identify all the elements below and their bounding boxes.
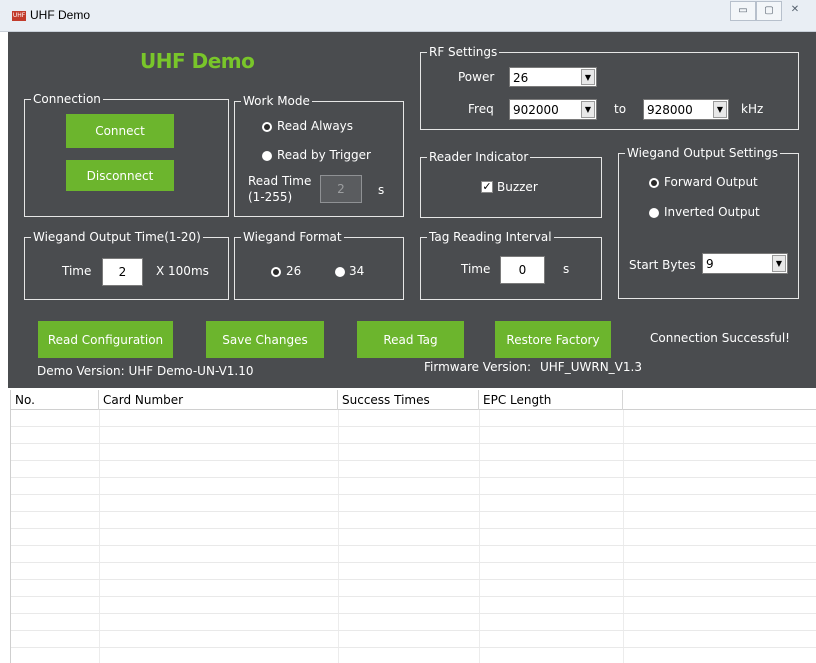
tag-reading-interval-group-title: Tag Reading Interval: [427, 230, 554, 244]
buzzer-label: Buzzer: [497, 180, 538, 194]
table-row: [11, 529, 816, 546]
rf-settings-group: RF Settings: [420, 45, 799, 130]
format-34-radio[interactable]: [335, 267, 345, 277]
freq-to-select[interactable]: 928000 ▼: [643, 99, 729, 120]
forward-output-radio[interactable]: [649, 178, 659, 188]
freq-to-value: 928000: [647, 103, 693, 117]
freq-from-value: 902000: [513, 103, 559, 117]
wiegand-output-time-group-title: Wiegand Output Time(1-20): [31, 230, 203, 244]
connection-status: Connection Successful!: [650, 331, 790, 345]
table-row: [11, 631, 816, 648]
connect-button[interactable]: Connect: [66, 114, 174, 148]
tag-list-table[interactable]: No. Card Number Success Times EPC Length: [10, 390, 816, 663]
read-by-trigger-label: Read by Trigger: [277, 148, 371, 162]
firmware-version-value: UHF_UWRN_V1.3: [540, 360, 642, 374]
freq-label: Freq: [468, 102, 494, 116]
app-icon: UHF: [12, 11, 26, 21]
power-label: Power: [458, 70, 495, 84]
chevron-down-icon: ▼: [581, 69, 595, 85]
wiegand-time-unit: X 100ms: [156, 264, 209, 278]
format-26-label: 26: [286, 264, 302, 278]
interval-time-input[interactable]: 0: [500, 256, 545, 284]
format-26-radio[interactable]: [271, 267, 281, 277]
restore-factory-button[interactable]: Restore Factory: [495, 321, 611, 358]
freq-to-label: to: [614, 102, 627, 116]
reader-indicator-group-title: Reader Indicator: [427, 150, 531, 164]
chevron-down-icon: ▼: [713, 101, 727, 118]
forward-output-label: Forward Output: [664, 175, 758, 189]
column-success-times[interactable]: Success Times: [338, 390, 479, 410]
read-configuration-button[interactable]: Read Configuration: [38, 321, 173, 358]
wiegand-time-input[interactable]: 2: [102, 258, 143, 286]
table-row: [11, 478, 816, 495]
power-select[interactable]: 26 ▼: [509, 67, 597, 87]
table-row: [11, 444, 816, 461]
column-epc-length[interactable]: EPC Length: [479, 390, 623, 410]
freq-unit-label: kHz: [741, 102, 764, 116]
table-row: [11, 495, 816, 512]
app-title: UHF Demo: [140, 49, 255, 73]
table-row: [11, 512, 816, 529]
minimize-button[interactable]: ▭: [730, 1, 756, 21]
column-card-number[interactable]: Card Number: [99, 390, 338, 410]
chevron-down-icon: ▼: [581, 101, 595, 118]
column-empty[interactable]: [623, 390, 816, 410]
table-row: [11, 648, 816, 663]
disconnect-button[interactable]: Disconnect: [66, 160, 174, 191]
chevron-down-icon: ▼: [772, 255, 786, 272]
interval-time-unit: s: [563, 262, 570, 276]
column-no[interactable]: No.: [11, 390, 99, 410]
read-time-label: Read Time: [248, 174, 312, 188]
firmware-version-label: Firmware Version:: [424, 360, 531, 374]
freq-from-select[interactable]: 902000 ▼: [509, 99, 597, 120]
inverted-output-label: Inverted Output: [664, 205, 760, 219]
interval-time-label: Time: [461, 262, 491, 276]
maximize-button[interactable]: ▢: [756, 1, 782, 21]
save-changes-button[interactable]: Save Changes: [206, 321, 324, 358]
read-time-range: (1-255): [248, 190, 293, 204]
table-row: [11, 427, 816, 444]
start-bytes-label: Start Bytes: [629, 258, 696, 272]
rf-settings-group-title: RF Settings: [427, 45, 500, 59]
wiegand-output-settings-group-title: Wiegand Output Settings: [625, 146, 781, 160]
read-time-unit: s: [378, 183, 385, 197]
work-mode-group-title: Work Mode: [241, 94, 312, 108]
table-row: [11, 614, 816, 631]
read-time-input[interactable]: 2: [320, 175, 362, 203]
wiegand-format-group: Wiegand Format: [234, 230, 404, 300]
start-bytes-value: 9: [706, 257, 714, 271]
inverted-output-radio[interactable]: [649, 208, 659, 218]
power-value: 26: [513, 71, 529, 85]
table-row: [11, 563, 816, 580]
window-title: UHF Demo: [30, 8, 91, 22]
connection-group-title: Connection: [31, 92, 103, 106]
read-tag-button[interactable]: Read Tag: [357, 321, 464, 358]
start-bytes-select[interactable]: 9 ▼: [702, 253, 788, 274]
buzzer-checkbox[interactable]: ✓: [481, 181, 493, 193]
table-row: [11, 461, 816, 478]
table-row: [11, 580, 816, 597]
table-row: [11, 546, 816, 563]
close-button[interactable]: ✕: [782, 1, 808, 21]
demo-version: Demo Version: UHF Demo-UN-V1.10: [37, 364, 254, 378]
title-bar: UHF UHF Demo ▭ ▢ ✕: [0, 0, 816, 32]
read-always-label: Read Always: [277, 119, 354, 133]
format-34-label: 34: [349, 264, 365, 278]
read-by-trigger-radio[interactable]: [262, 151, 272, 161]
wiegand-time-label: Time: [62, 264, 92, 278]
table-row: [11, 410, 816, 427]
read-always-radio[interactable]: [262, 122, 272, 132]
wiegand-format-group-title: Wiegand Format: [241, 230, 344, 244]
table-header: No. Card Number Success Times EPC Length: [11, 390, 816, 410]
table-row: [11, 597, 816, 614]
